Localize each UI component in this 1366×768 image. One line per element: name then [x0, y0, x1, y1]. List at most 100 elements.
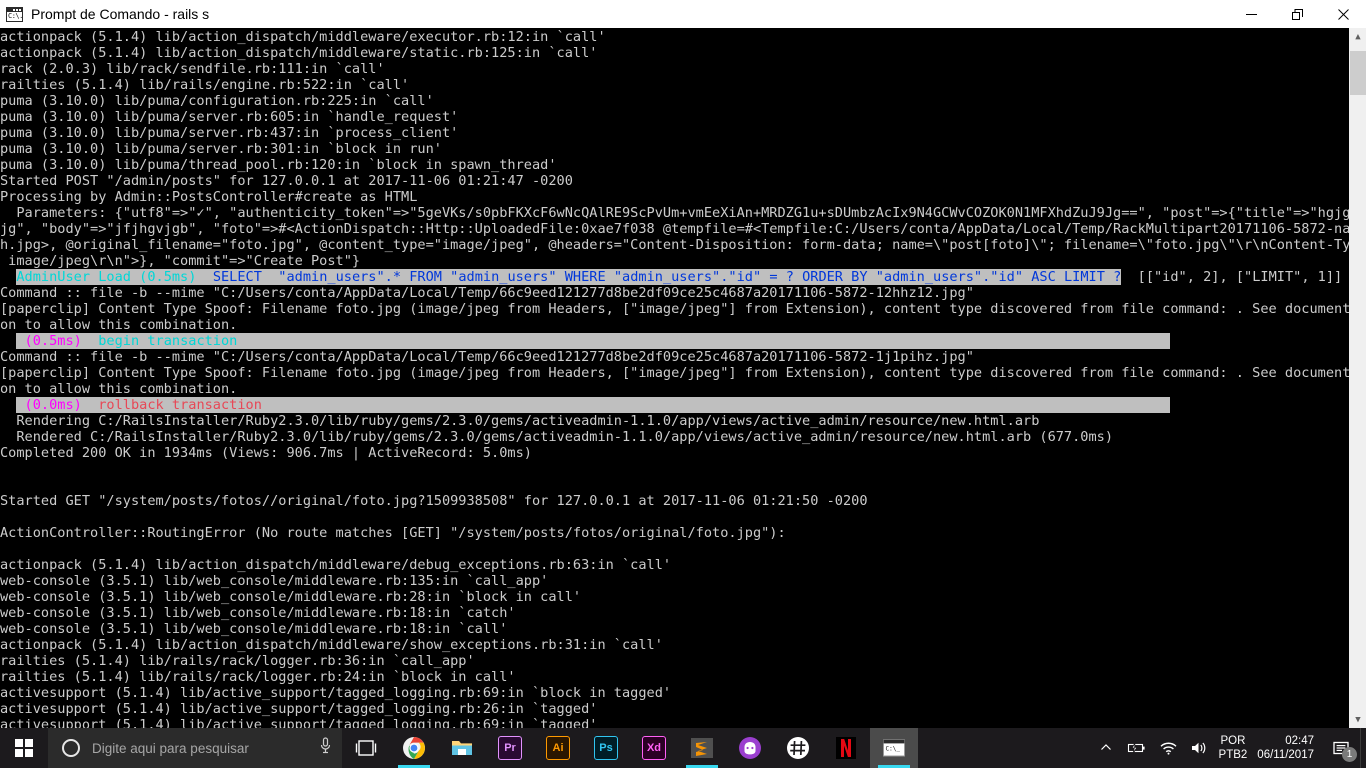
terminal-text: Command :: file -b --mime "C:/Users/cont…: [0, 285, 974, 301]
terminal-line: actionpack (5.1.4) lib/action_dispatch/m…: [0, 29, 1349, 45]
terminal-line: [paperclip] Content Type Spoof: Filename…: [0, 365, 1349, 381]
close-button[interactable]: [1320, 0, 1366, 28]
terminal-line: web-console (3.5.1) lib/web_console/midd…: [0, 573, 1349, 589]
show-desktop-button[interactable]: [1360, 728, 1366, 768]
notification-badge: 1: [1342, 747, 1357, 762]
volume-icon[interactable]: [1184, 741, 1215, 755]
terminal-line: actionpack (5.1.4) lib/action_dispatch/m…: [0, 637, 1349, 653]
terminal-text: [261, 397, 1171, 413]
start-button[interactable]: [0, 728, 48, 768]
taskbar-item-sublime-text[interactable]: [678, 728, 726, 768]
clock-and-language[interactable]: POR PTB2 02:47 06/11/2017: [1215, 734, 1322, 762]
wifi-icon[interactable]: [1153, 742, 1184, 755]
taskbar-item-discord[interactable]: [774, 728, 822, 768]
taskbar-item-netflix[interactable]: [822, 728, 870, 768]
terminal-text: on to allow this combination.: [0, 381, 238, 397]
console-area: actionpack (5.1.4) lib/action_dispatch/m…: [0, 28, 1366, 728]
terminal-text: puma (3.10.0) lib/puma/thread_pool.rb:12…: [0, 157, 557, 173]
terminal-line: Processing by Admin::PostsController#cre…: [0, 189, 1349, 205]
window-title: Prompt de Comando - rails s: [31, 6, 210, 22]
terminal-line: Started GET "/system/posts/fotos//origin…: [0, 493, 1349, 509]
terminal-text: on to allow this combination.: [0, 317, 238, 333]
taskbar-item-command-prompt[interactable]: C:\_: [870, 728, 918, 768]
discord-icon: [787, 737, 809, 759]
netflix-icon: [836, 737, 856, 759]
date-time[interactable]: 02:47 06/11/2017: [1257, 734, 1314, 762]
terminal-line: Parameters: {"utf8"=>"✓", "authenticity_…: [0, 205, 1349, 221]
terminal-line: Started POST "/admin/posts" for 127.0.0.…: [0, 173, 1349, 189]
terminal-line: AdminUser Load (0.5ms) SELECT "admin_use…: [0, 269, 1349, 285]
terminal-text: ActionController::RoutingError (No route…: [0, 525, 786, 541]
file-explorer-icon: [452, 741, 472, 755]
taskbar-item-adobe-premiere[interactable]: Pr: [486, 728, 534, 768]
terminal-text: Processing by Admin::PostsController#cre…: [0, 189, 418, 205]
terminal-line: activesupport (5.1.4) lib/active_support…: [0, 701, 1349, 717]
terminal-text: [81, 397, 99, 413]
adobe-photoshop-icon: Ps: [594, 736, 618, 760]
terminal-line: Rendered C:/RailsInstaller/Ruby2.3.0/lib…: [0, 429, 1349, 445]
terminal-line: [paperclip] Content Type Spoof: Filename…: [0, 301, 1349, 317]
command-prompt-icon-text: C:\.: [8, 11, 23, 20]
minimize-button[interactable]: [1228, 0, 1274, 28]
taskbar-item-file-explorer[interactable]: [438, 728, 486, 768]
search-input[interactable]: Digite aqui para pesquisar: [48, 728, 342, 768]
show-hidden-icons-chevron-icon[interactable]: [1093, 742, 1119, 754]
terminal-line: puma (3.10.0) lib/puma/server.rb:301:in …: [0, 141, 1349, 157]
taskbar-item-adobe-illustrator[interactable]: Ai: [534, 728, 582, 768]
terminal-text: railties (5.1.4) lib/rails/rack/logger.r…: [0, 653, 475, 669]
scroll-down-icon[interactable]: ▼: [1350, 711, 1366, 728]
terminal-text: actionpack (5.1.4) lib/action_dispatch/m…: [0, 557, 672, 573]
terminal-line: Command :: file -b --mime "C:/Users/cont…: [0, 285, 1349, 301]
command-prompt-icon: C:\.: [6, 6, 23, 22]
taskbar-item-google-chrome[interactable]: [390, 728, 438, 768]
battery-icon[interactable]: [1119, 742, 1153, 754]
svg-text:C:\_: C:\_: [886, 746, 901, 753]
restore-button[interactable]: [1274, 0, 1320, 28]
system-tray: POR PTB2 02:47 06/11/2017 1: [1093, 728, 1366, 768]
taskbar-item-github-desktop[interactable]: [726, 728, 774, 768]
notifications-button[interactable]: 1: [1322, 728, 1360, 768]
terminal-text: puma (3.10.0) lib/puma/configuration.rb:…: [0, 93, 434, 109]
clock-date: 06/11/2017: [1257, 749, 1314, 761]
terminal-output[interactable]: actionpack (5.1.4) lib/action_dispatch/m…: [0, 28, 1349, 728]
microphone-icon[interactable]: [319, 737, 332, 759]
terminal-text: Completed 200 OK in 1934ms (Views: 906.7…: [0, 445, 532, 461]
cortana-icon: [62, 739, 80, 757]
windows-logo-icon: [15, 739, 33, 757]
terminal-text: activesupport (5.1.4) lib/active_support…: [0, 685, 672, 701]
terminal-text: [paperclip] Content Type Spoof: Filename…: [0, 301, 1349, 317]
terminal-text: Parameters: {"utf8"=>"✓", "authenticity_…: [0, 205, 1349, 221]
vertical-scrollbar[interactable]: ▲ ▼: [1349, 28, 1366, 728]
window-controls: [1228, 0, 1366, 28]
terminal-line: railties (5.1.4) lib/rails/engine.rb:522…: [0, 77, 1349, 93]
chrome-icon: [403, 737, 425, 759]
terminal-line: jg", "body"=>"jfjhgvjgb", "foto"=>#<Acti…: [0, 221, 1349, 237]
language-indicator[interactable]: POR PTB2: [1219, 734, 1248, 762]
terminal-lines: actionpack (5.1.4) lib/action_dispatch/m…: [0, 28, 1349, 728]
terminal-text: [["id", 2], ["LIMIT", 1]]: [1121, 269, 1343, 285]
terminal-text: actionpack (5.1.4) lib/action_dispatch/m…: [0, 29, 606, 45]
terminal-text: [196, 269, 213, 285]
terminal-line: puma (3.10.0) lib/puma/thread_pool.rb:12…: [0, 157, 1349, 173]
scroll-up-icon[interactable]: ▲: [1350, 28, 1366, 45]
scrollbar-track[interactable]: [1350, 45, 1366, 711]
terminal-text: puma (3.10.0) lib/puma/server.rb:301:in …: [0, 141, 442, 157]
taskbar-item-adobe-xd[interactable]: Xd: [630, 728, 678, 768]
terminal-line: railties (5.1.4) lib/rails/rack/logger.r…: [0, 669, 1349, 685]
taskbar-item-adobe-photoshop[interactable]: Ps: [582, 728, 630, 768]
terminal-text: railties (5.1.4) lib/rails/rack/logger.r…: [0, 669, 516, 685]
terminal-text: Rendered C:/RailsInstaller/Ruby2.3.0/lib…: [0, 429, 1114, 445]
terminal-text: (0.5ms): [16, 333, 82, 349]
terminal-text: image/jpeg\r\n">}, "commit"=>"Create Pos…: [0, 253, 361, 269]
scrollbar-thumb[interactable]: [1350, 51, 1366, 95]
language-top: POR: [1220, 735, 1246, 747]
terminal-text: [81, 333, 99, 349]
terminal-text: web-console (3.5.1) lib/web_console/midd…: [0, 589, 582, 605]
taskbar-item-task-view[interactable]: [342, 728, 390, 768]
title-bar[interactable]: C:\. Prompt de Comando - rails s: [0, 0, 1366, 28]
